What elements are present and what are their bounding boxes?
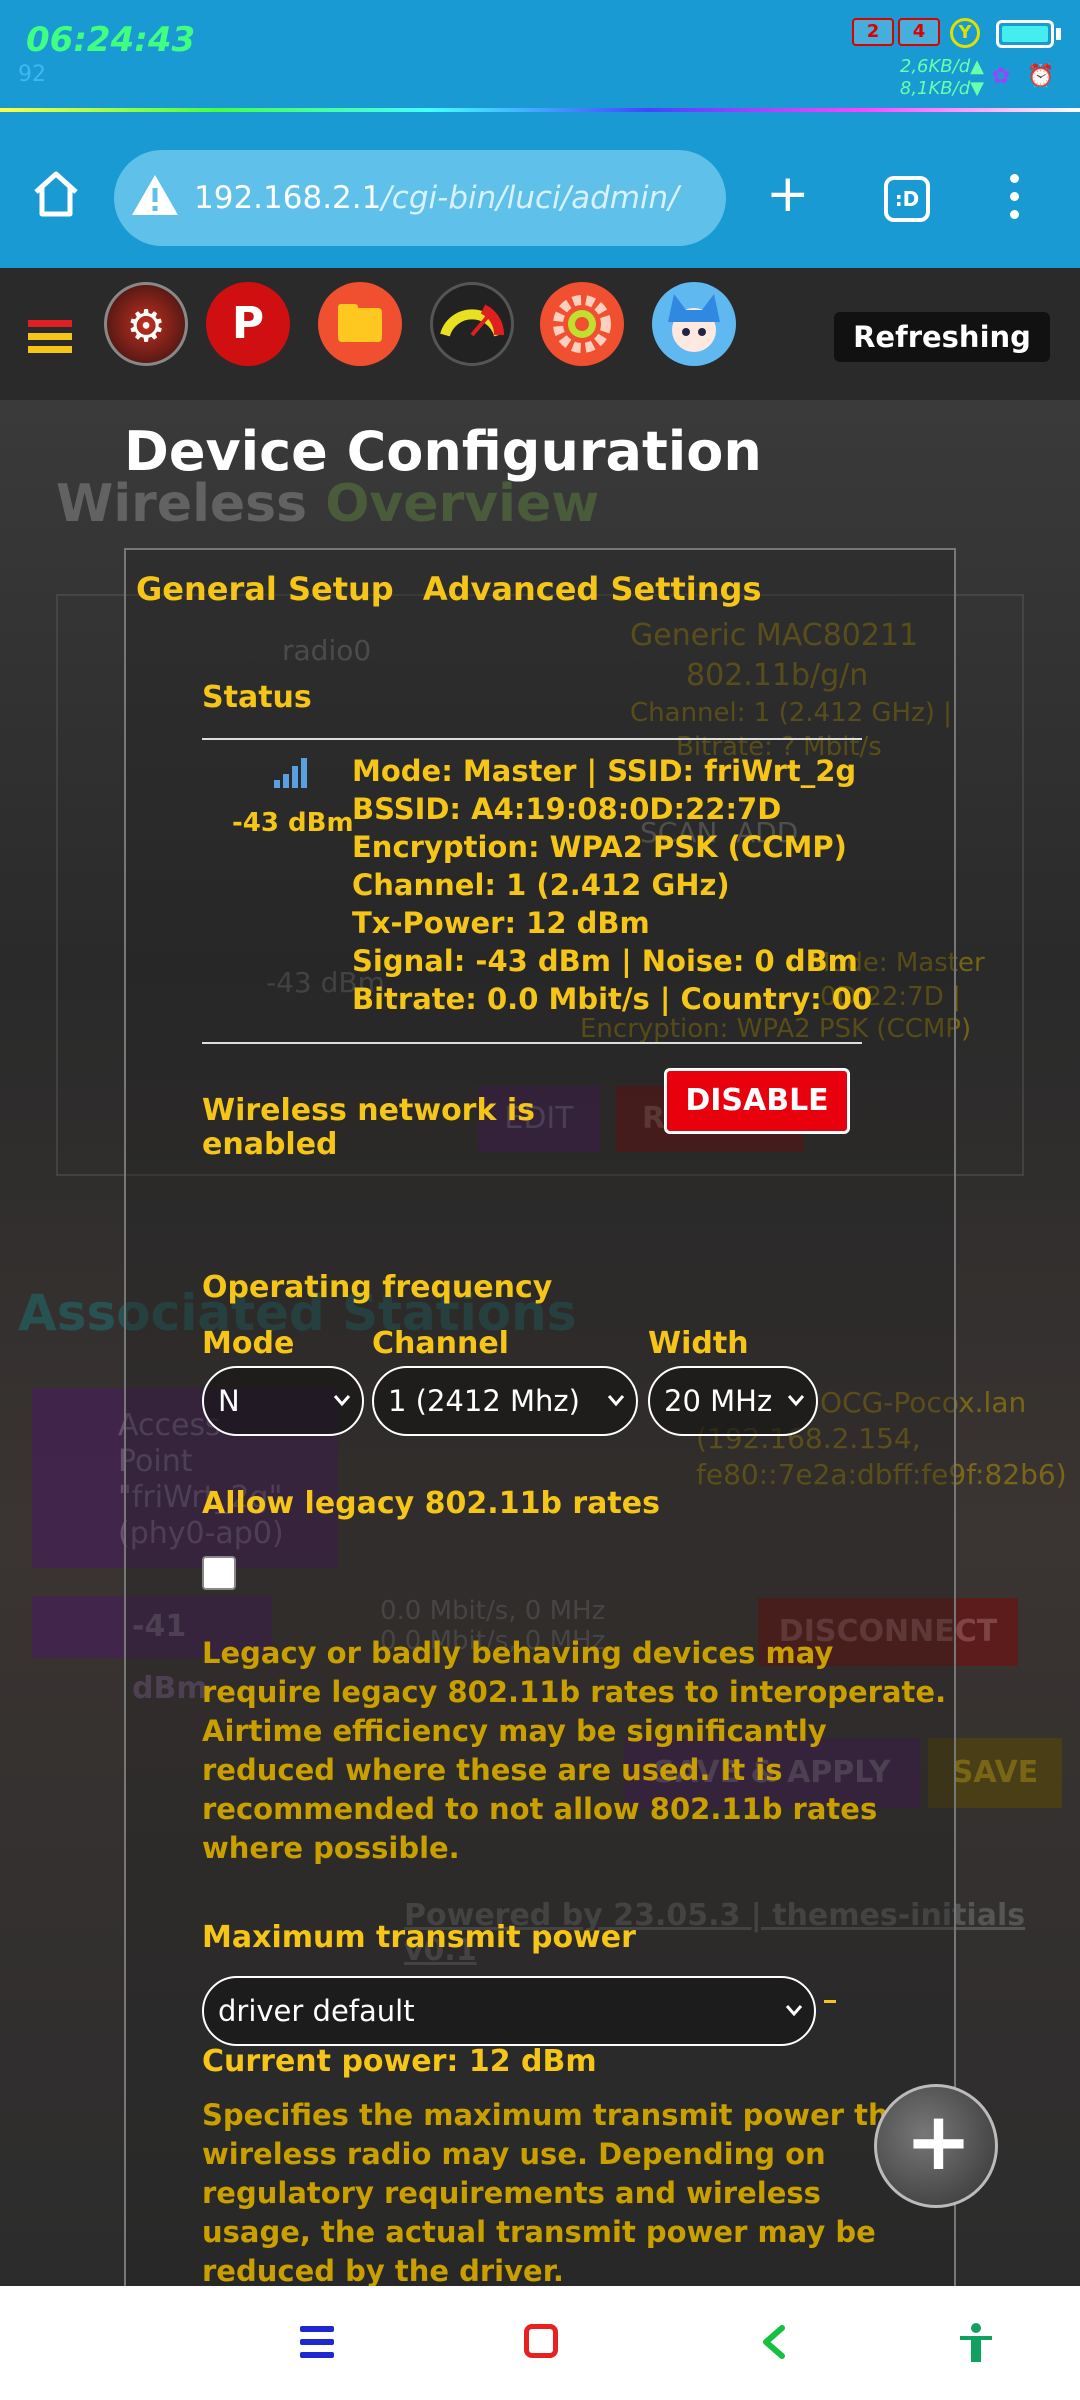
file-manager-icon[interactable] (318, 282, 402, 366)
recent-apps-icon[interactable] (300, 2326, 334, 2365)
status-signal-noise: Signal: -43 dBm | Noise: 0 dBm (352, 944, 858, 978)
status-mode-ssid: Mode: Master | SSID: friWrt_2g (352, 754, 857, 788)
channel-select-value: 1 (2412 Mhz) (388, 1384, 580, 1418)
legacy-desc-line: reduced where these are used. It is (202, 1753, 783, 1787)
mode-label: Mode (202, 1326, 295, 1361)
plus-icon: + (905, 2095, 973, 2188)
current-power: Current power: 12 dBm (202, 2044, 597, 2079)
status-sub: 92 (18, 62, 46, 87)
bg-title-a: Wireless (56, 474, 326, 534)
system-nav-bar (0, 2286, 1080, 2400)
settings-gear-icon[interactable] (540, 282, 624, 366)
more-menu-icon[interactable] (1010, 174, 1022, 228)
width-select-value: 20 MHz (664, 1384, 773, 1418)
url-text[interactable]: 192.168.2.1/cgi-bin/luci/admin/ (194, 180, 679, 216)
back-icon[interactable] (754, 2322, 794, 2362)
new-tab-icon[interactable]: + (766, 168, 810, 220)
data-icon: Y (950, 18, 980, 48)
clock: 06:24:43 (26, 20, 196, 60)
operating-frequency-label: Operating frequency (202, 1270, 553, 1305)
status-bitrate-country: Bitrate: 0.0 Mbit/s | Country: 00 (352, 982, 873, 1016)
app-logo-icon[interactable]: ⚙ (104, 282, 188, 366)
sim1-signal-icon: 2 (852, 18, 894, 46)
upload-rate: 2,6KB/d▲ (899, 56, 984, 77)
disable-button[interactable]: DISABLE (664, 1068, 850, 1134)
tx-power-dash (824, 2000, 836, 2003)
floating-add-button[interactable]: + (874, 2084, 998, 2208)
status-channel: Channel: 1 (2.412 GHz) (352, 868, 730, 902)
tx-power-select[interactable]: driver default (202, 1976, 816, 2046)
chevron-down-icon (785, 2005, 803, 2017)
download-rate: 8,1KB/d▼ (899, 78, 984, 99)
status-label: Status (202, 680, 312, 715)
chevron-down-icon (607, 1395, 625, 1407)
status-tx-power: Tx-Power: 12 dBm (352, 906, 650, 940)
chevron-down-icon (787, 1395, 805, 1407)
legacy-desc-line: Airtime efficiency may be significantly (202, 1714, 827, 1748)
alarm-icon: ⏰ (1027, 64, 1055, 89)
signal-value: -43 dBm (232, 808, 354, 838)
enabled-line-2: enabled (202, 1127, 338, 1162)
sim2-signal-icon: 4 (898, 18, 940, 46)
dialog-tabs: General Setup Advanced Settings (136, 570, 779, 608)
home-square-icon[interactable] (524, 2324, 558, 2358)
app-header: ⚙ P Refreshing (0, 268, 1080, 400)
legacy-desc-line: where possible. (202, 1831, 460, 1865)
browser-toolbar: 192.168.2.1/cgi-bin/luci/admin/ + :D (0, 112, 1080, 268)
status-encryption: Encryption: WPA2 PSK (CCMP) (352, 830, 847, 864)
home-icon[interactable] (30, 168, 82, 220)
legacy-rates-checkbox[interactable] (202, 1556, 236, 1590)
tabs-button[interactable]: :D (884, 176, 930, 222)
tx-desc-line: Specifies the maximum transmit power the (202, 2098, 909, 2132)
anime-avatar-icon[interactable] (652, 282, 736, 366)
refresh-indicator[interactable]: Refreshing (834, 312, 1050, 362)
vpn-icon: ✿ (991, 64, 1011, 89)
enabled-line-1: Wireless network is (202, 1093, 536, 1128)
width-select[interactable]: 20 MHz (648, 1366, 818, 1436)
legacy-desc-line: Legacy or badly behaving devices may (202, 1636, 834, 1670)
wireless-enabled-text: Wireless network is enabled (202, 1094, 535, 1162)
wireless-overview-title: Wireless Overview (56, 474, 599, 534)
p-app-icon[interactable]: P (206, 282, 290, 366)
tx-desc-line: wireless radio may use. Depending on (202, 2137, 826, 2171)
width-label: Width (648, 1326, 749, 1361)
status-bar: 06:24:43 92 2 4 Y 2,6KB/d▲ 8,1KB/d▼ ✿ ⏰ (0, 0, 1080, 113)
status-bssid: BSSID: A4:19:08:0D:22:7D (352, 792, 782, 826)
tab-general-setup[interactable]: General Setup (136, 570, 394, 608)
bg-title-b: Overview (325, 474, 600, 534)
signal-strength-icon (274, 758, 307, 788)
url-host: 192.168.2.1 (194, 180, 382, 216)
tx-power-description: Specifies the maximum transmit power the… (202, 2096, 908, 2291)
channel-label: Channel (372, 1326, 509, 1361)
mode-select[interactable]: N (202, 1366, 364, 1436)
speed-gauge-icon[interactable] (430, 282, 514, 366)
tx-desc-line: regulatory requirements and wireless (202, 2176, 821, 2210)
legacy-desc-line: require legacy 802.11b rates to interope… (202, 1675, 947, 1709)
dialog-title: Device Configuration (124, 420, 762, 483)
tab-advanced-settings[interactable]: Advanced Settings (423, 570, 762, 608)
accessibility-icon[interactable] (956, 2322, 996, 2364)
mode-select-value: N (218, 1384, 240, 1418)
legacy-rates-description: Legacy or badly behaving devices may req… (202, 1634, 946, 1868)
legacy-desc-line: recommended to not allow 802.11b rates (202, 1792, 878, 1826)
network-rates: 2,6KB/d▲ 8,1KB/d▼ (900, 56, 984, 100)
battery-tip (1056, 28, 1061, 40)
url-path: /cgi-bin/luci/admin/ (381, 180, 679, 216)
legacy-rates-label: Allow legacy 802.11b rates (202, 1486, 660, 1521)
tx-desc-line: usage, the actual transmit power may be (202, 2215, 876, 2249)
channel-select[interactable]: 1 (2412 Mhz) (372, 1366, 638, 1436)
chevron-down-icon (333, 1395, 351, 1407)
hamburger-menu-icon[interactable] (28, 320, 72, 359)
warning-icon[interactable] (130, 172, 180, 218)
max-tx-power-label: Maximum transmit power (202, 1920, 636, 1955)
battery-icon (996, 20, 1054, 48)
tx-power-select-value: driver default (218, 1994, 415, 2028)
